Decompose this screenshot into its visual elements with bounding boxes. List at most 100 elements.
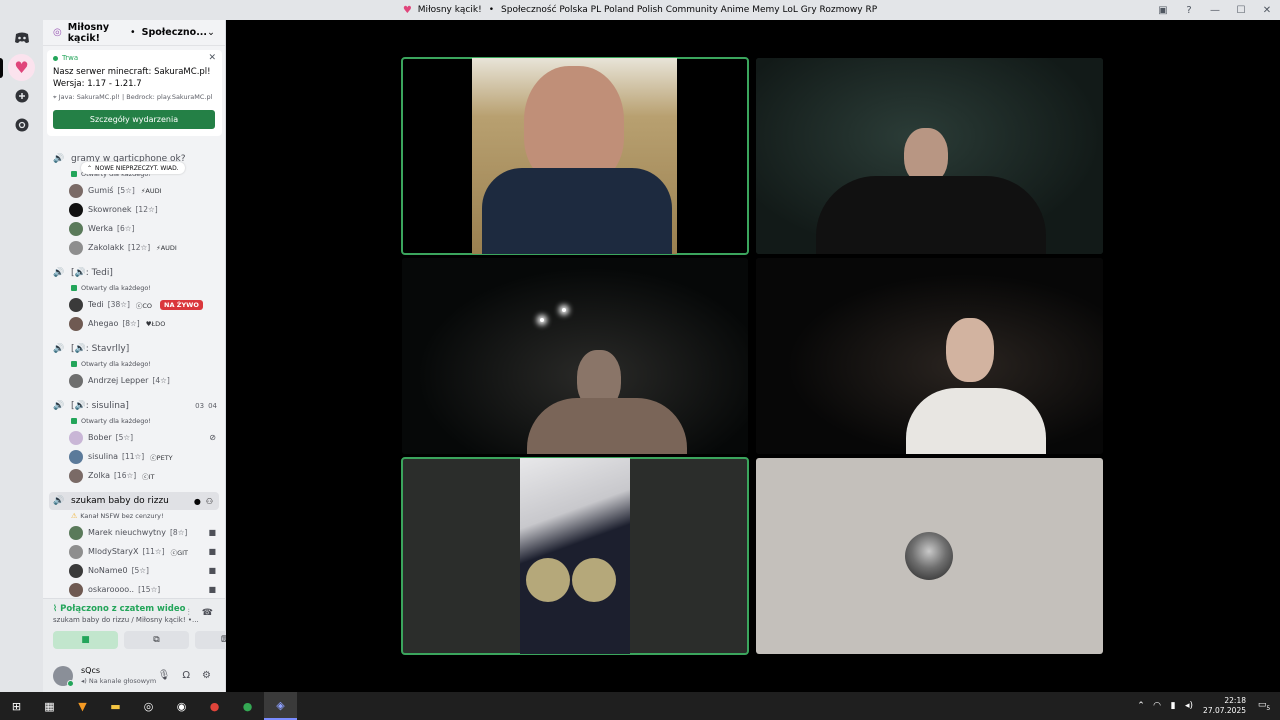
disconnect-icon[interactable]: ☎ bbox=[202, 608, 213, 618]
online-status-icon bbox=[67, 680, 74, 687]
channel-status-text: Otwarty dla każdego! bbox=[81, 284, 151, 292]
voice-user[interactable]: NoName0 [5☆] ■ bbox=[43, 561, 225, 580]
voice-user[interactable]: oskaroooo.. [15☆] ■ bbox=[43, 580, 225, 599]
notifications-icon[interactable]: ▭5 bbox=[1254, 700, 1274, 712]
voice-user[interactable]: Tedi [38☆] ⓒCO NA ŻYWO bbox=[43, 295, 225, 314]
noise-suppression-icon[interactable]: ⫶ bbox=[188, 608, 190, 618]
taskbar-search-icon[interactable]: ◎ bbox=[132, 692, 165, 720]
taskbar-chrome-profile-icon[interactable]: ● bbox=[231, 692, 264, 720]
server-name: Miłosny kącik! bbox=[67, 21, 110, 44]
clock-time: 22:18 bbox=[1224, 696, 1246, 705]
live-badge[interactable]: NA ŻYWO bbox=[160, 299, 203, 310]
inbox-icon[interactable]: ▣ bbox=[1150, 5, 1176, 16]
avatar bbox=[69, 544, 83, 559]
close-window-button[interactable]: ✕ bbox=[1254, 5, 1280, 16]
taskbar-browser-icon[interactable]: ▼ bbox=[66, 692, 99, 720]
video-tile[interactable] bbox=[756, 58, 1103, 254]
taskbar-chrome-icon[interactable]: ● bbox=[198, 692, 231, 720]
voice-connected-label[interactable]: ⌇ Połączono z czatem wideo bbox=[53, 604, 186, 614]
add-server-icon[interactable] bbox=[8, 82, 35, 109]
avatar-tile[interactable] bbox=[756, 458, 1103, 654]
voice-user[interactable]: Marek nieuchwytny [8☆] ■ bbox=[43, 523, 225, 542]
network-icon[interactable]: ◠ bbox=[1149, 701, 1165, 711]
voice-user[interactable]: sisulina [11☆] ⓒPETY bbox=[43, 447, 225, 466]
windows-start-icon[interactable]: ⊞ bbox=[0, 692, 33, 720]
maximize-button[interactable]: ☐ bbox=[1228, 5, 1254, 16]
invite-icon[interactable]: ⚇ bbox=[206, 497, 213, 506]
video-tile[interactable] bbox=[402, 258, 748, 454]
voice-user[interactable]: Gumiś [5☆] ⚡AUDI bbox=[43, 181, 225, 200]
voice-channel[interactable]: 🔊 [🔊: sisulina] 03 04 bbox=[43, 397, 225, 415]
channel-status: Otwarty dla każdego! bbox=[43, 282, 225, 294]
taskbar-discord-icon[interactable]: ◈ bbox=[264, 692, 297, 720]
server-heart-icon[interactable]: ♥ bbox=[8, 54, 35, 81]
voice-channel[interactable]: 🔊 szukam baby do rizzu ● ⚇ bbox=[49, 492, 219, 510]
microphone-tray-icon[interactable]: ▮ bbox=[1165, 701, 1181, 711]
video-feed bbox=[520, 458, 630, 654]
user-panel: sQcs ◂) Na kanale głosowym 🎙 Ω ⚙ bbox=[43, 660, 225, 692]
help-icon[interactable]: ? bbox=[1176, 5, 1202, 16]
camera-on-icon: ■ bbox=[208, 585, 216, 594]
taskbar-app-icon[interactable]: ◉ bbox=[165, 692, 198, 720]
voice-channel[interactable]: 🔊 [🔊: Tedi] bbox=[43, 264, 225, 282]
voice-user[interactable]: Ahegao [8☆] ♥ŁDO bbox=[43, 314, 225, 333]
voice-user[interactable]: Werka [6☆] bbox=[43, 219, 225, 238]
video-feed bbox=[402, 258, 748, 454]
user-name[interactable]: sQcs bbox=[81, 666, 100, 675]
title-community: Społeczność Polska PL Poland Polish Comm… bbox=[501, 5, 878, 15]
tray-chevron-icon[interactable]: ⌃ bbox=[1133, 701, 1149, 711]
channel-status: Otwarty dla każdego! bbox=[43, 415, 225, 427]
close-icon[interactable]: ✕ bbox=[208, 53, 216, 63]
video-tile[interactable] bbox=[401, 57, 749, 255]
headphones-icon[interactable]: Ω bbox=[182, 670, 190, 681]
camera-button[interactable]: ■ bbox=[53, 631, 118, 649]
user-name: Bober bbox=[88, 433, 112, 442]
video-tile[interactable] bbox=[401, 457, 749, 655]
voice-location[interactable]: szukam baby do rizzu / Miłosny kącik! •.… bbox=[53, 616, 199, 624]
windows-taskbar: ⊞ ▦ ▼ ▬ ◎ ◉ ● ● ◈ ⌃ ◠ ▮ ◂) 22:18 27.07.2… bbox=[0, 692, 1280, 720]
video-tile[interactable] bbox=[756, 258, 1103, 454]
voice-user[interactable]: Andrzej Lepper [4☆] bbox=[43, 371, 225, 390]
user-name: Gumiś bbox=[88, 186, 114, 195]
server-header[interactable]: ◎ Miłosny kącik! • Społeczno... ⌄ bbox=[43, 20, 225, 46]
user-level: [11☆] bbox=[142, 547, 165, 556]
voice-user[interactable]: Bober [5☆] ⊘ bbox=[43, 428, 225, 447]
discord-window: ♥ Miłosny kącik! • Społeczność Polska PL… bbox=[0, 0, 1280, 720]
voice-user[interactable]: MlodyStaryX [11☆] ⓒGIT ■ bbox=[43, 542, 225, 561]
minimize-button[interactable]: — bbox=[1202, 5, 1228, 16]
user-badge: ⚡AUDI bbox=[156, 243, 177, 252]
settings-gear-icon[interactable]: ⚙ bbox=[202, 670, 211, 681]
speaker-icon: 🔊 bbox=[53, 496, 65, 506]
taskbar-store-icon[interactable]: ▦ bbox=[33, 692, 66, 720]
screen-share-button[interactable]: ⧉ bbox=[124, 631, 189, 649]
user-level: [5☆] bbox=[117, 186, 135, 195]
voice-user[interactable]: Zolka [16☆] ⓒIT bbox=[43, 466, 225, 485]
voice-user[interactable]: Zakolakk [12☆] ⚡AUDI bbox=[43, 238, 225, 257]
avatar bbox=[69, 582, 83, 597]
user-level: [11☆] bbox=[122, 452, 145, 461]
voice-channel[interactable]: 🔊 [🔊: Stavrlly] bbox=[43, 340, 225, 358]
volume-icon[interactable]: ◂) bbox=[1181, 701, 1197, 711]
new-unread-pill[interactable]: ⌃ NOWE NIEPRZECZYT. WIAD. bbox=[81, 162, 185, 174]
event-details-button[interactable]: Szczegóły wydarzenia bbox=[53, 110, 215, 129]
taskbar-folder-icon[interactable]: ▬ bbox=[99, 692, 132, 720]
user-level: [4☆] bbox=[152, 376, 170, 385]
channel-list[interactable]: 🔊 gramy w garticphone ok? Otwarty dla każd… bbox=[43, 130, 225, 610]
clock[interactable]: 22:18 27.07.2025 bbox=[1203, 696, 1246, 716]
camera-icon: ■ bbox=[81, 635, 90, 645]
user-badge: ⓒCO bbox=[135, 301, 153, 310]
microphone-icon[interactable]: 🎙 bbox=[158, 670, 171, 681]
channel-action-icons: ● ⚇ bbox=[194, 497, 213, 506]
discord-home-icon[interactable] bbox=[8, 24, 35, 51]
chat-icon[interactable]: ● bbox=[194, 497, 201, 506]
speaker-icon: 🔊 bbox=[53, 268, 65, 278]
user-name: NoName0 bbox=[88, 566, 128, 575]
video-feed bbox=[756, 258, 1103, 454]
video-stage bbox=[226, 20, 1280, 692]
user-name: Andrzej Lepper bbox=[88, 376, 149, 385]
voice-user[interactable]: Skowronek [12☆] bbox=[43, 200, 225, 219]
discover-icon[interactable] bbox=[8, 111, 35, 138]
user-name: Tedi bbox=[88, 300, 104, 309]
active-server-indicator bbox=[0, 58, 3, 78]
user-name: Zolka bbox=[88, 471, 110, 480]
